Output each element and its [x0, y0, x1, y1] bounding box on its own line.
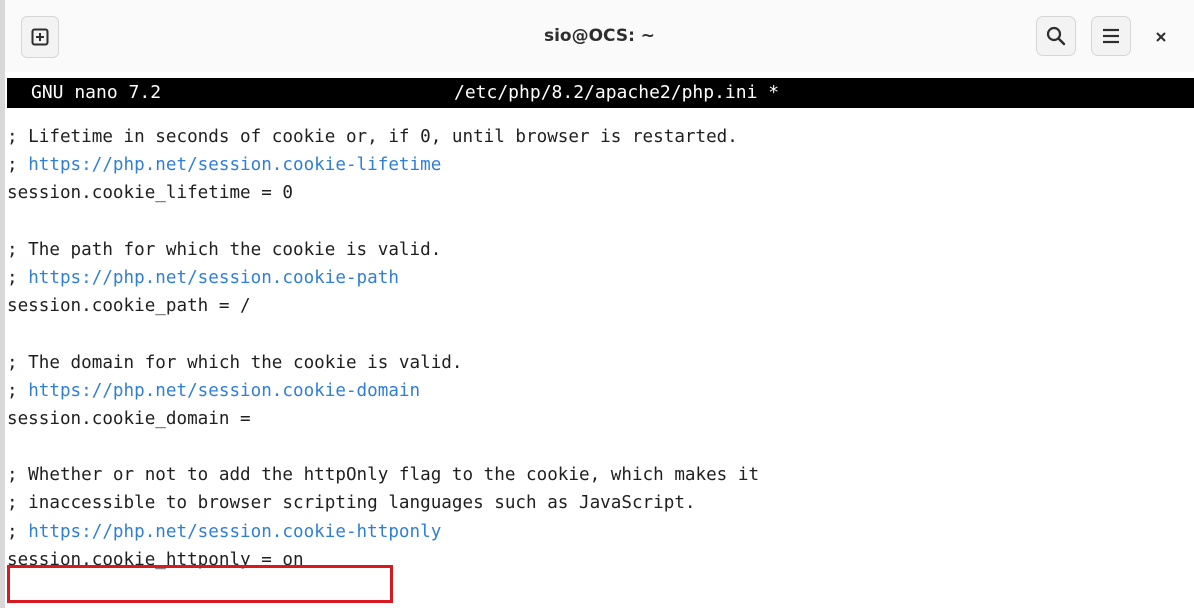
editor-line-comment: ; Whether or not to add the httpOnly fla… — [7, 465, 760, 486]
window-title: sio@OCS: ~ — [543, 26, 656, 46]
editor-line-blank — [7, 208, 1194, 236]
close-icon — [1156, 32, 1166, 42]
menu-button[interactable] — [1091, 16, 1131, 56]
editor-line-setting: session.cookie_lifetime = 0 — [7, 183, 293, 204]
doc-link: https://php.net/session.cookie-path — [28, 267, 399, 288]
nano-header-bar: GNU nano 7.2 /etc/php/8.2/apache2/php.in… — [7, 78, 1194, 108]
comment-marker: ; — [7, 155, 29, 176]
editor-line-blank — [7, 433, 1194, 461]
editor-line-link: ; https://php.net/session.cookie-httponl… — [7, 518, 1194, 546]
editor-line-comment: ; The domain for which the cookie is val… — [7, 352, 463, 373]
annotation-highlight-box — [7, 565, 393, 603]
editor-text-area[interactable]: ; Lifetime in seconds of cookie or, if 0… — [7, 123, 1194, 574]
close-button[interactable] — [1146, 22, 1176, 52]
editor-line-comment: ; inaccessible to browser scripting lang… — [7, 493, 696, 514]
comment-marker: ; — [7, 267, 29, 288]
editor-line-link: ; https://php.net/session.cookie-domain — [7, 377, 1194, 405]
nano-version: GNU nano 7.2 — [31, 82, 162, 103]
editor-line-setting: session.cookie_domain = — [7, 408, 251, 429]
editor-line-blank — [7, 320, 1194, 348]
comment-marker: ; — [7, 521, 29, 542]
editor-line-link: ; https://php.net/session.cookie-path — [7, 264, 1194, 292]
editor-line-comment: ; The path for which the cookie is valid… — [7, 239, 442, 260]
nano-filename: /etc/php/8.2/apache2/php.ini * — [454, 82, 780, 103]
search-icon — [1046, 26, 1066, 46]
doc-link: https://php.net/session.cookie-lifetime — [28, 155, 442, 176]
new-tab-button[interactable] — [21, 16, 59, 58]
window-edge — [0, 0, 5, 608]
comment-marker: ; — [7, 380, 29, 401]
search-button[interactable] — [1036, 16, 1076, 56]
editor-line-setting: session.cookie_path = / — [7, 296, 251, 317]
new-tab-plus-icon — [31, 28, 49, 46]
editor-line-link: ; https://php.net/session.cookie-lifetim… — [7, 151, 1194, 179]
editor-line-comment: ; Lifetime in seconds of cookie or, if 0… — [7, 127, 738, 147]
hamburger-menu-icon — [1103, 28, 1119, 44]
doc-link: https://php.net/session.cookie-httponly — [28, 521, 442, 542]
terminal-titlebar: sio@OCS: ~ — [5, 0, 1194, 72]
doc-link: https://php.net/session.cookie-domain — [28, 380, 421, 401]
